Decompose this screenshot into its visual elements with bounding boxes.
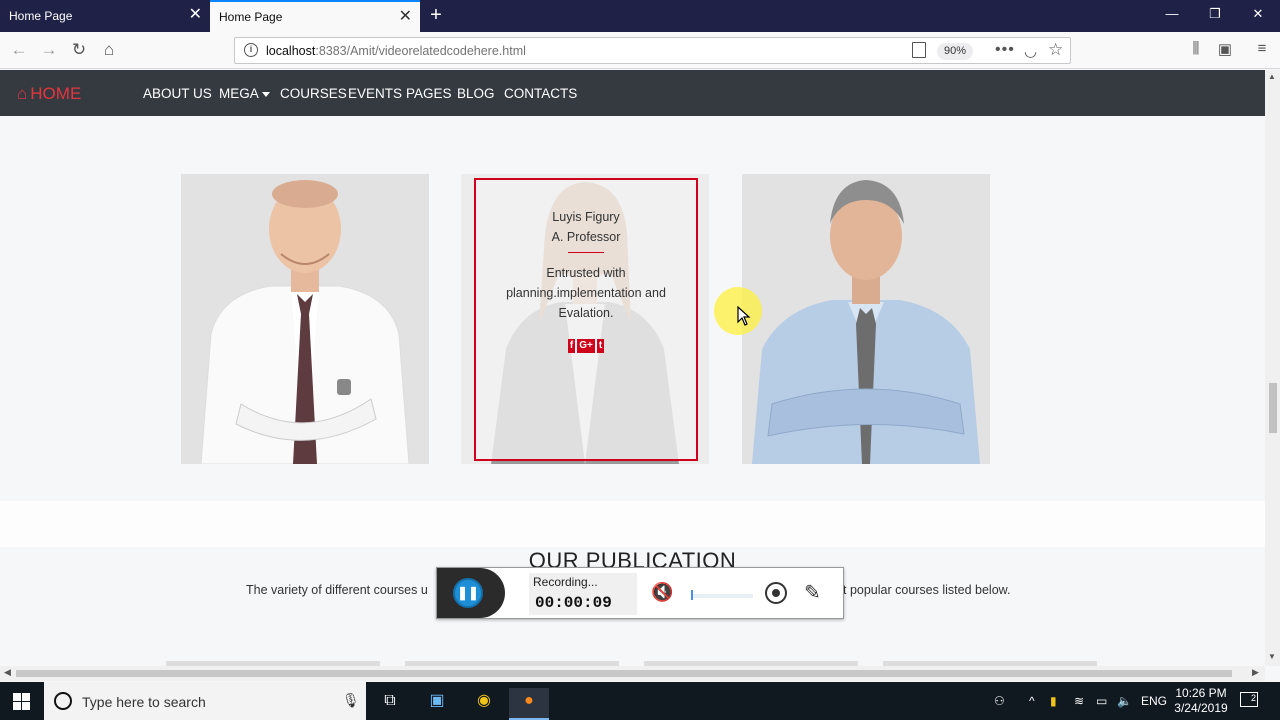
scroll-up-icon[interactable]: ▲ [1268,72,1276,81]
screen-recorder-widget: ❚❚ Recording... 00:00:09 🔇 ✎ [436,567,844,619]
zoom-level[interactable]: 90% [937,43,974,60]
page-actions-icon[interactable]: ••• [995,41,1015,59]
facebook-icon[interactable]: f [567,339,576,353]
scroll-right-icon[interactable]: ▶ [1252,667,1259,678]
pocket-icon[interactable]: ◡ [1024,42,1037,60]
browser-toolbar: ← → ↻ ⌂ i localhost:8383/Amit/videorelat… [0,32,1280,69]
home-icon[interactable]: ⌂ [98,39,120,61]
team-card[interactable] [742,174,990,464]
network-icon[interactable]: ≋ [1074,694,1084,708]
member-name: Luyis Figury [552,210,620,224]
show-hidden-icons-icon[interactable]: ^ [1029,694,1035,708]
twitter-icon[interactable]: t [596,339,605,353]
tab-label: Home Page [219,10,283,24]
scrollbar-thumb[interactable] [1269,383,1277,433]
close-window-icon[interactable]: ✕ [1248,6,1268,22]
team-card-overlay: Luyis Figury A. Professor Entrusted with… [474,178,698,461]
back-icon[interactable]: ← [8,39,30,61]
address-bar[interactable]: i localhost:8383/Amit/videorelatedcodehe… [234,37,1071,64]
recording-timer: 00:00:09 [535,594,612,612]
url-text[interactable]: localhost:8383/Amit/videorelatedcodehere… [266,44,526,58]
member-title: A. Professor [551,230,621,244]
windows-start-icon[interactable] [13,693,30,710]
cortana-icon [54,692,72,710]
vertical-scrollbar[interactable]: ▲ ▼ [1265,70,1280,666]
browser-tab-active[interactable]: Home Page ✕ [210,0,420,32]
new-tab-icon[interactable]: + [426,4,446,26]
horizontal-scrollbar[interactable]: ◀ ▶ [0,666,1265,681]
windows-taskbar: Type here to search 🎙 ⧉ ▣ ◉ ● ⚇ ^ ▮ ≋ ▭ … [0,682,1280,720]
task-view-icon[interactable]: ⧉ [370,688,410,720]
browser-tab[interactable]: Home Page ✕ [0,0,210,32]
system-clock[interactable]: 10:26 PM 3/24/2019 [1166,686,1236,716]
reader-view-icon[interactable] [912,42,926,58]
team-member-photo [752,180,980,464]
close-tab-icon[interactable]: ✕ [399,8,412,26]
microphone-icon[interactable]: 🎙 [342,692,360,709]
forward-icon[interactable]: → [38,39,60,61]
volume-icon[interactable]: 🔈 [1117,694,1132,708]
google-plus-icon[interactable]: G+ [577,339,595,353]
team-card[interactable] [181,174,429,464]
recorder-tray-icon[interactable]: ▮ [1050,694,1057,708]
recording-status: Recording... [533,575,598,589]
people-icon[interactable]: ⚇ [994,694,1005,708]
app-box-icon[interactable]: ▣ [417,688,457,720]
minimize-icon[interactable]: — [1162,6,1182,21]
library-icon[interactable]: ⫼ [1186,40,1206,57]
nav-pages[interactable]: PAGES [406,86,452,101]
nav-mega[interactable]: MEGA [219,86,270,101]
site-navbar: ⌂ HOME ABOUT US MEGA COURSES EVENTS PAGE… [0,70,1265,116]
volume-slider[interactable] [691,594,753,598]
tab-label: Home Page [9,9,73,23]
close-tab-icon[interactable]: ✕ [189,6,202,24]
webcam-icon[interactable] [765,582,787,604]
battery-icon[interactable]: ▭ [1096,694,1107,708]
team-member-photo [200,180,410,464]
menu-icon[interactable]: ≡ [1252,40,1272,57]
member-description: Entrusted with planning.implementation a… [506,266,666,320]
firefox-icon[interactable]: ● [509,688,549,720]
search-placeholder: Type here to search [82,694,206,710]
scroll-left-icon[interactable]: ◀ [4,667,11,678]
divider [568,252,604,253]
notifications-icon[interactable]: 2 [1240,692,1258,707]
scrollbar-thumb[interactable] [16,670,1232,677]
section-divider [0,501,1265,547]
mute-icon[interactable]: 🔇 [651,582,673,603]
dropdown-caret-icon [261,91,270,97]
taskbar-search[interactable]: Type here to search 🎙 [44,682,366,720]
team-card-hovered[interactable]: Luyis Figury A. Professor Entrusted with… [461,174,709,464]
brand-link[interactable]: ⌂ HOME [17,84,81,104]
pause-button[interactable]: ❚❚ [453,578,483,608]
pen-icon[interactable]: ✎ [804,580,821,605]
chrome-icon[interactable]: ◉ [464,688,504,720]
browser-tab-bar: Home Page ✕ Home Page ✕ + — ❐ ✕ [0,0,1280,32]
reload-icon[interactable]: ↻ [68,39,90,61]
bookmark-star-icon[interactable]: ☆ [1048,40,1063,60]
home-icon: ⌂ [17,84,28,103]
nav-about-us[interactable]: ABOUT US [143,86,212,101]
nav-blog[interactable]: BLOG [457,86,495,101]
restore-icon[interactable]: ❐ [1205,6,1225,22]
language-indicator[interactable]: ENG [1141,694,1167,708]
nav-contacts[interactable]: CONTACTS [504,86,577,101]
mouse-cursor-icon [737,306,751,326]
scroll-down-icon[interactable]: ▼ [1268,652,1276,661]
site-info-icon[interactable]: i [244,43,258,57]
sidebar-icon[interactable]: ▣ [1215,40,1235,58]
nav-courses[interactable]: COURSES [280,86,347,101]
nav-events[interactable]: EVENTS [348,86,402,101]
social-links: f G+ t [476,339,696,353]
volume-slider-knob[interactable] [691,590,693,600]
